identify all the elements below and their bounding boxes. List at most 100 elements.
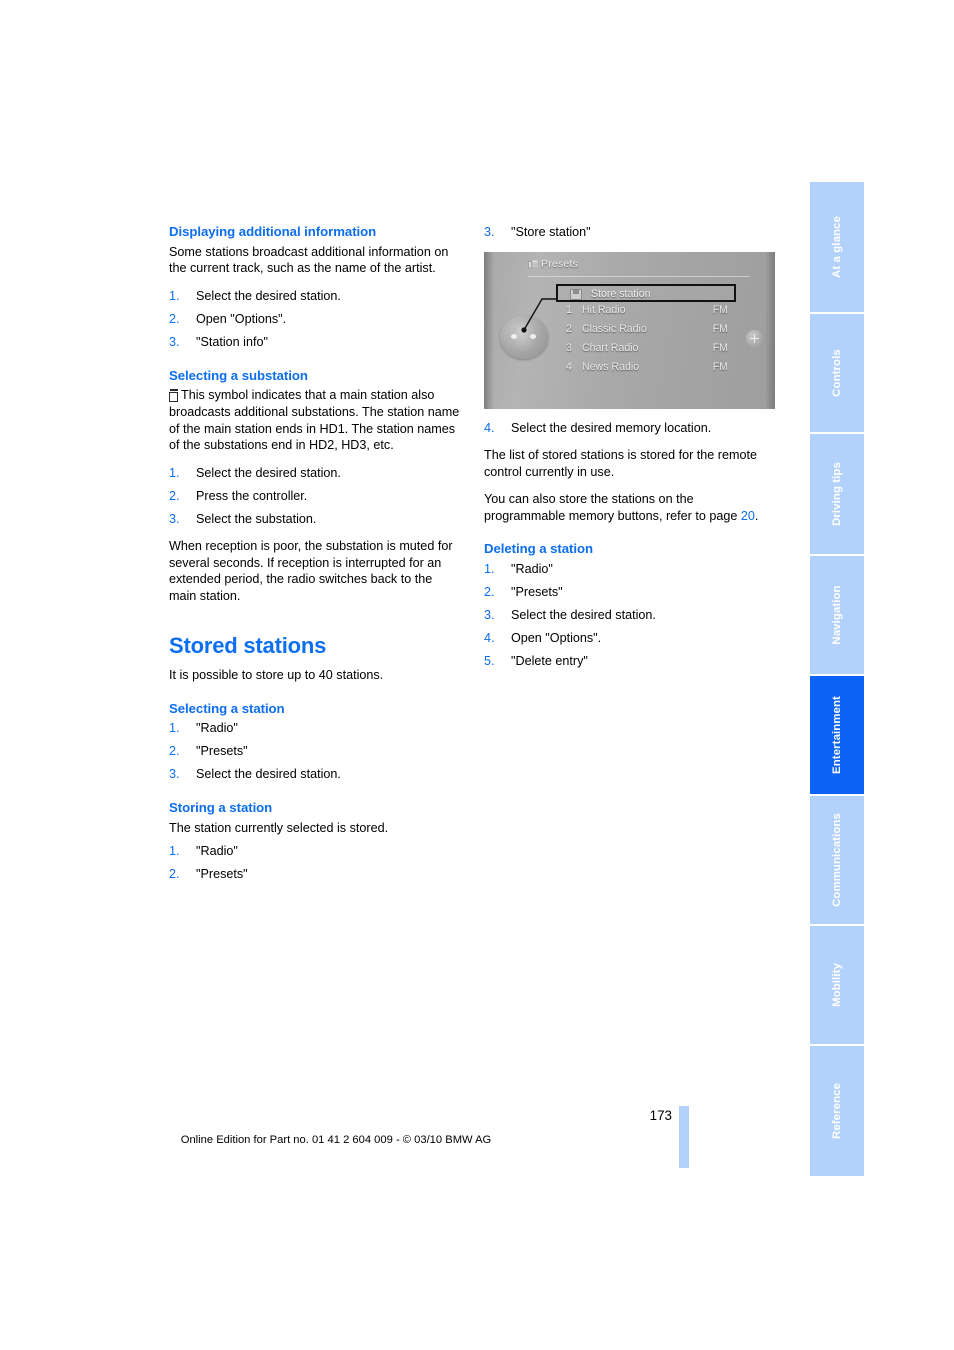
manual-page: Displaying additional information Some s… (0, 0, 954, 1350)
step-number: 4. (484, 420, 495, 435)
tab-label: Reference (831, 1083, 843, 1139)
tab-label: Communications (831, 813, 843, 907)
list-item: 2. "Presets" (484, 584, 776, 601)
paragraph-programmable-memory-buttons: You can also store the stations on the p… (484, 491, 776, 524)
tab-driving-tips[interactable]: Driving tips (810, 434, 864, 554)
step-number: 2. (169, 312, 180, 327)
step-text: Select the desired station. (196, 289, 341, 304)
paragraph-text-before-link: You can also store the stations on the p… (484, 492, 741, 523)
tab-label: At a glance (831, 216, 843, 278)
page-reference-link[interactable]: 20 (741, 509, 755, 523)
list-item: 1. "Radio" (484, 561, 776, 578)
list-item: 1. "Radio" (169, 720, 461, 737)
list-item: 2. Open "Options". (169, 311, 461, 328)
step-text: "Radio" (196, 844, 238, 859)
chapter-tab-strip: At a glance Controls Driving tips Naviga… (810, 182, 864, 1178)
step-text: "Radio" (511, 562, 553, 577)
step-text: Select the substation. (196, 511, 317, 526)
steps-deleting-a-station: 1. "Radio" 2. "Presets" 3. Select the de… (484, 561, 776, 670)
step-text: Press the controller. (196, 488, 308, 503)
list-item: 4. Open "Options". (484, 630, 776, 647)
step-text: "Radio" (196, 721, 238, 736)
steps-displaying-additional-information: 1. Select the desired station. 2. Open "… (169, 288, 461, 351)
step-number: 5. (484, 654, 495, 669)
step-text: Select the desired memory location. (511, 420, 712, 435)
tab-label: Navigation (831, 585, 843, 645)
steps-selecting-a-station: 1. "Radio" 2. "Presets" 3. Select the de… (169, 720, 461, 783)
list-item: 4. Select the desired memory location. (484, 420, 776, 437)
list-item: 2. Press the controller. (169, 488, 461, 505)
steps-storing-a-station: 1. "Radio" 2. "Presets" (169, 843, 461, 883)
heading-selecting-a-substation: Selecting a substation (169, 367, 308, 383)
list-item: 1. "Radio" (169, 843, 461, 860)
list-item: 3. "Station info" (169, 334, 461, 351)
step-text: Select the desired station. (196, 767, 341, 782)
tab-label: Mobility (831, 963, 843, 1007)
paragraph-substation-reception: When reception is poor, the substation i… (169, 539, 453, 604)
callout-leader-line (521, 297, 558, 333)
step-number: 3. (484, 608, 495, 623)
tab-reference[interactable]: Reference (810, 1046, 864, 1176)
list-item: 1. Select the desired station. (169, 288, 461, 305)
step-number: 1. (484, 562, 495, 577)
paragraph-stored-list-remote-control: The list of stored stations is stored fo… (484, 448, 757, 479)
substation-note-text: This symbol indicates that a main statio… (169, 388, 460, 453)
step-text: "Presets" (196, 744, 248, 759)
step-number: 2. (169, 488, 180, 503)
page-number: 173 (649, 1108, 672, 1123)
right-column: 3. "Store station" Presets Store station… (484, 224, 776, 670)
list-item: 3. Select the desired station. (484, 607, 776, 624)
left-column: Displaying additional information Some s… (169, 224, 461, 883)
tab-label: Controls (831, 349, 843, 397)
heading-displaying-additional-information: Displaying additional information (169, 224, 377, 239)
step-number: 4. (484, 631, 495, 646)
tab-label: Driving tips (831, 462, 843, 526)
footer-accent-bar (679, 1106, 689, 1168)
step-number: 3. (169, 767, 180, 782)
heading-deleting-a-station: Deleting a station (484, 541, 594, 557)
step-number: 1. (169, 721, 180, 736)
step-text: "Station info" (196, 335, 268, 350)
step-text: "Delete entry" (511, 654, 588, 669)
paragraph-storing-a-station-intro: The station currently selected is stored… (169, 820, 389, 835)
paragraph-text-after-link: . (754, 508, 759, 523)
tab-label: Entertainment (831, 696, 843, 774)
step-number: 2. (484, 585, 495, 600)
paragraph-displaying-intro: Some stations broadcast additional infor… (169, 244, 449, 276)
heading-storing-a-station: Storing a station (169, 799, 273, 815)
list-item: 2. "Presets" (169, 743, 461, 760)
step-number: 3. (484, 225, 495, 239)
step-text: Select the desired station. (511, 608, 656, 623)
list-item: 3. "Store station" (484, 224, 776, 241)
step-text: "Presets" (196, 867, 248, 882)
tab-controls[interactable]: Controls (810, 314, 864, 432)
step-text: "Presets" (511, 585, 563, 600)
list-item: 1. Select the desired station. (169, 465, 461, 482)
step-text: "Store station" (511, 225, 591, 239)
paragraph-stored-stations-intro: It is possible to store up to 40 station… (169, 667, 384, 682)
step-number: 3. (169, 335, 180, 350)
step-number: 1. (169, 289, 180, 304)
tab-navigation[interactable]: Navigation (810, 556, 864, 674)
tab-entertainment[interactable]: Entertainment (810, 676, 864, 794)
steps-storing-a-station-continued-2: 4. Select the desired memory location. (484, 420, 776, 437)
tab-communications[interactable]: Communications (810, 796, 864, 924)
idrive-presets-screenshot: Presets Store station 1 Hit Radio FM 2 C… (484, 251, 775, 409)
step-number: 3. (169, 511, 180, 526)
edition-notice: Online Edition for Part no. 01 41 2 604 … (180, 1134, 492, 1146)
list-item: 5. "Delete entry" (484, 653, 776, 670)
step-number: 1. (169, 844, 180, 859)
step-number: 1. (169, 465, 180, 480)
step-number: 2. (169, 867, 180, 882)
steps-storing-a-station-continued: 3. "Store station" (484, 224, 776, 241)
step-text: Select the desired station. (196, 465, 341, 480)
step-number: 2. (169, 744, 180, 759)
tab-at-a-glance[interactable]: At a glance (810, 182, 864, 312)
tab-mobility[interactable]: Mobility (810, 926, 864, 1044)
substation-symbol-icon (169, 389, 178, 403)
heading-stored-stations: Stored stations (169, 632, 327, 658)
steps-selecting-a-substation: 1. Select the desired station. 2. Press … (169, 465, 461, 528)
step-text: Open "Options". (511, 631, 602, 646)
step-text: Open "Options". (196, 312, 287, 327)
heading-selecting-a-station: Selecting a station (169, 700, 285, 716)
